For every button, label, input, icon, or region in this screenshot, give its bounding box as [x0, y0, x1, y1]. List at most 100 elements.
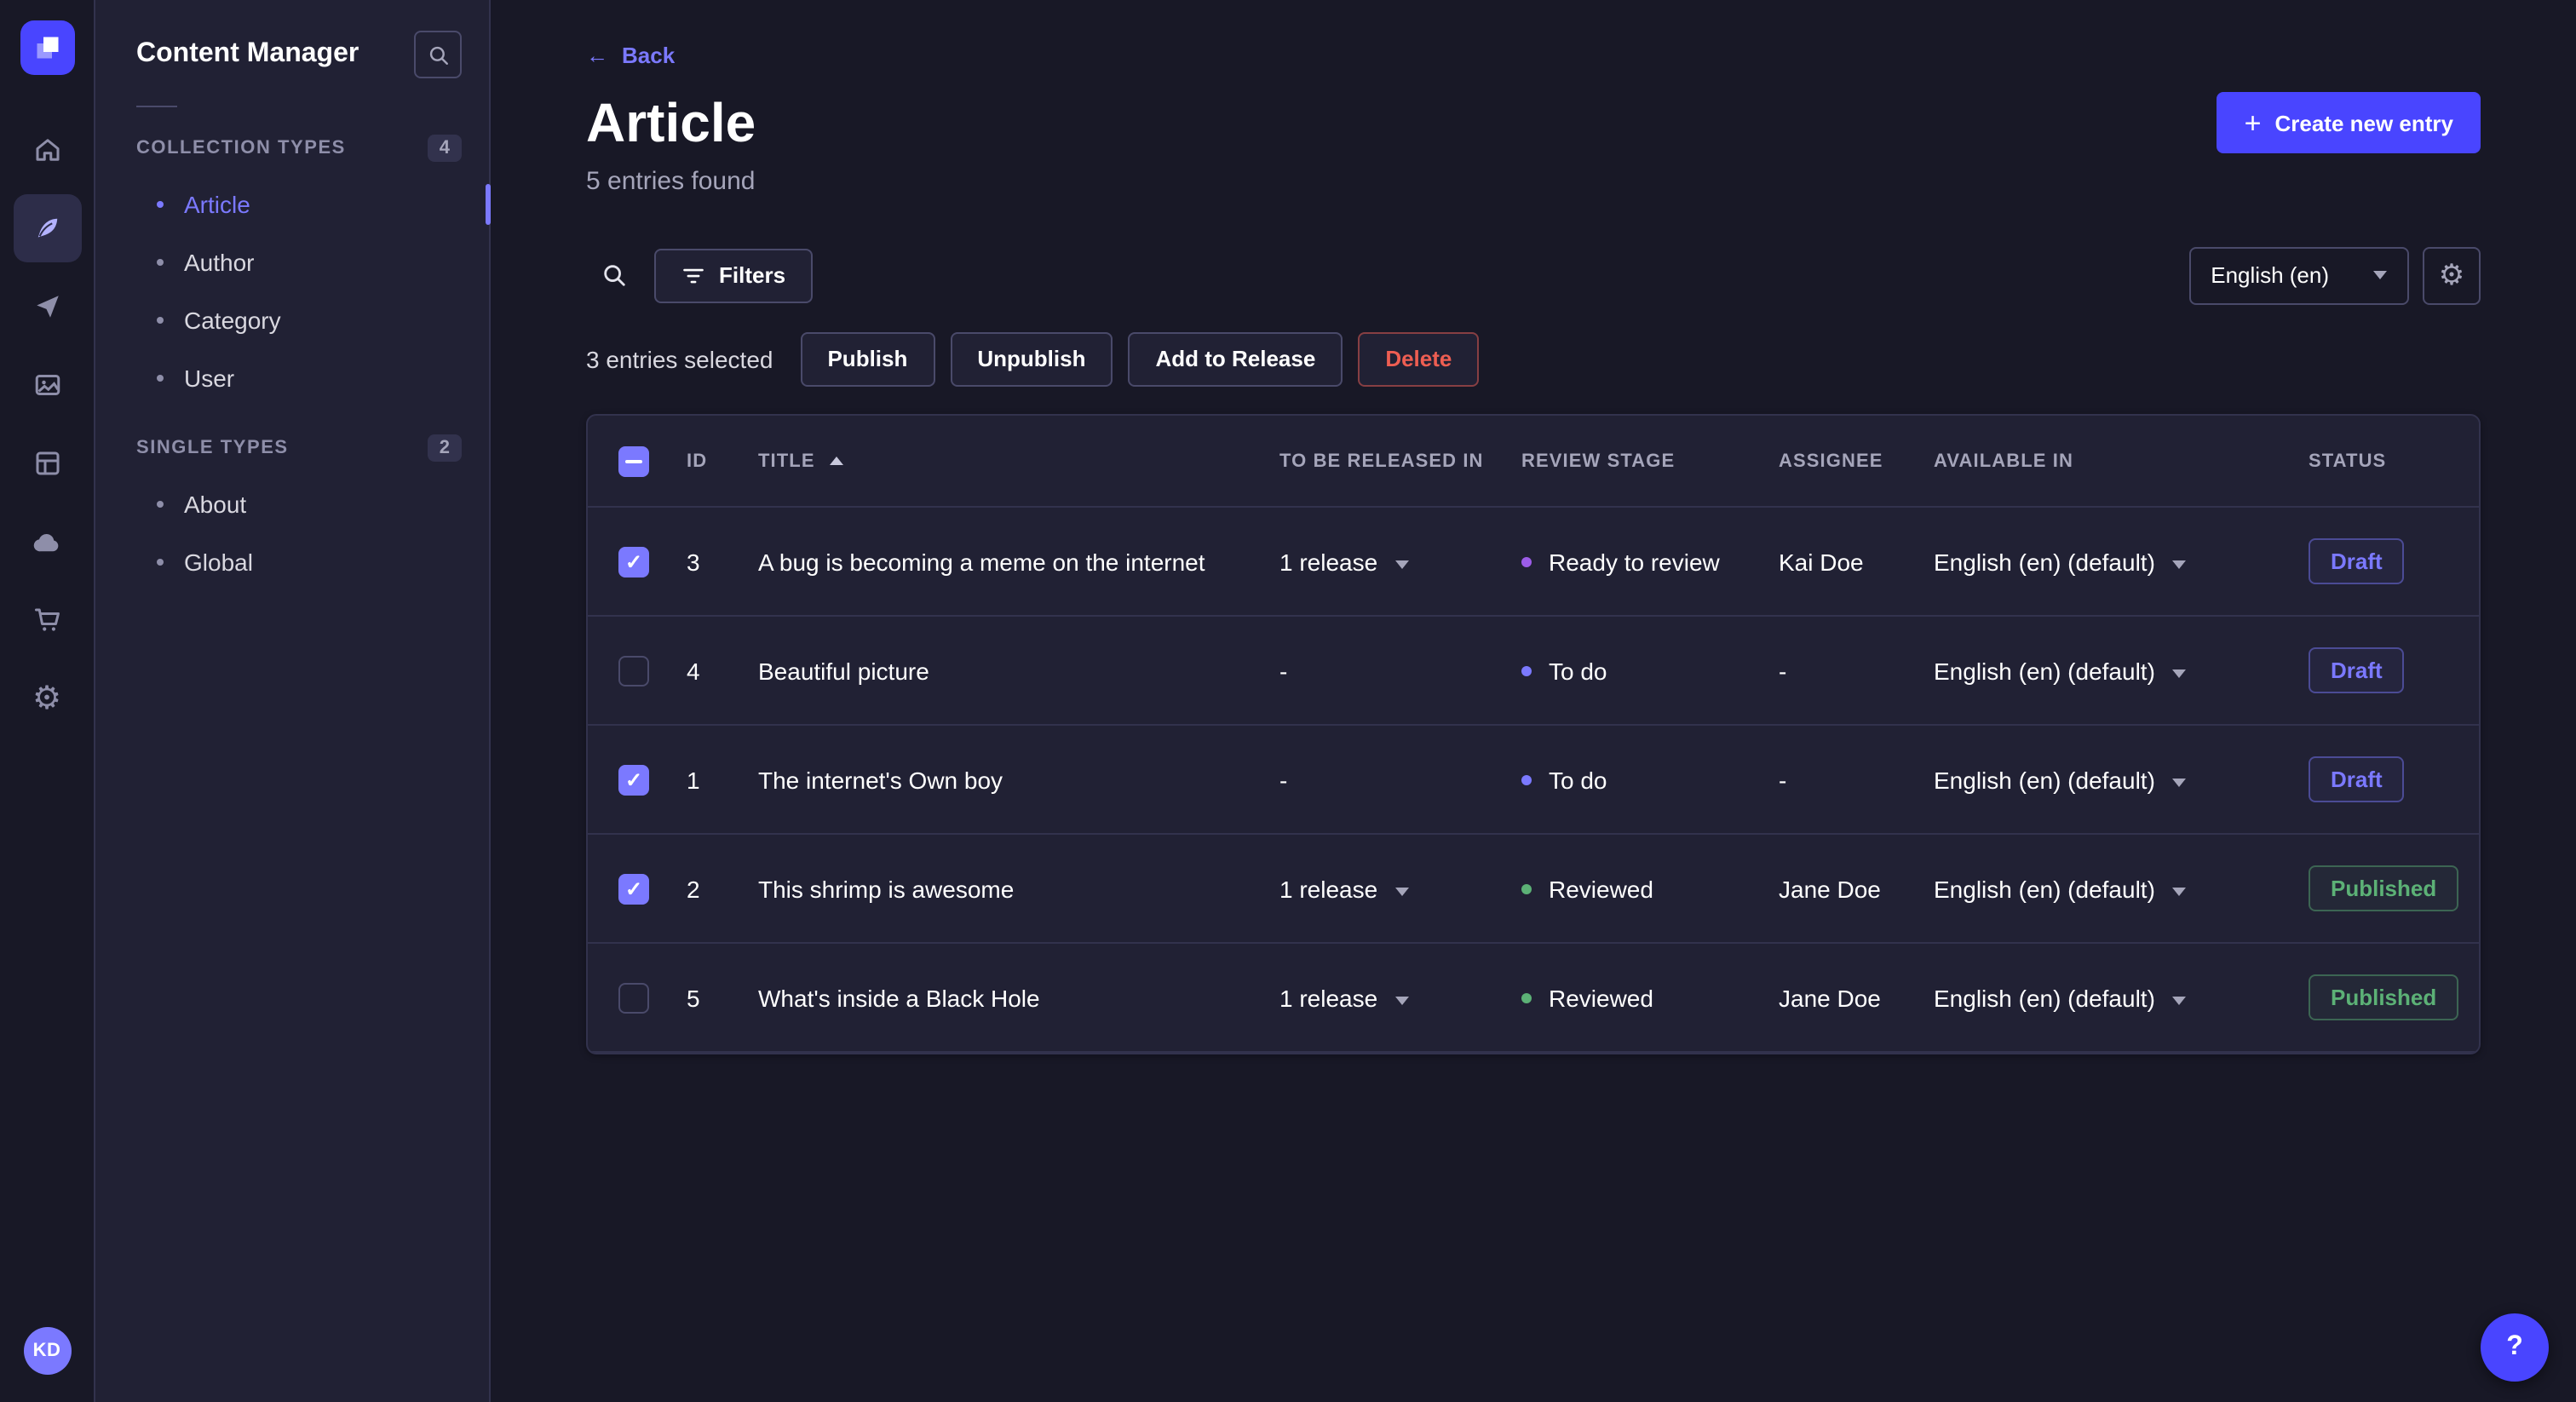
chevron-down-icon: [1394, 887, 1409, 896]
column-header-assignee: ASSIGNEE: [1779, 451, 1883, 472]
sidebar-item[interactable]: Author: [95, 233, 489, 291]
back-label: Back: [622, 43, 676, 68]
search-icon: [603, 265, 624, 287]
row-checkbox[interactable]: [618, 655, 649, 687]
row-checkbox[interactable]: [618, 764, 649, 796]
locale-dropdown[interactable]: English (en) (default): [1934, 658, 2186, 685]
column-header-review-stage: REVIEW STAGE: [1521, 451, 1676, 472]
table-row[interactable]: 2 This shrimp is awesome 1 release Revie…: [588, 834, 2479, 945]
help-button[interactable]: ?: [2481, 1313, 2549, 1382]
chevron-down-icon: [2171, 887, 2186, 896]
releases-icon[interactable]: [13, 273, 81, 341]
locale-dropdown[interactable]: English (en) (default): [1934, 985, 2186, 1012]
locale-dropdown[interactable]: English (en) (default): [1934, 876, 2186, 903]
sidebar-item[interactable]: User: [95, 349, 489, 407]
single-types-section: SINGLE TYPES 2 About Global: [95, 434, 489, 591]
row-checkbox[interactable]: [618, 873, 649, 905]
chevron-down-icon: [2373, 271, 2387, 280]
single-types-count-badge: 2: [427, 434, 462, 462]
locale-select[interactable]: English (en): [2188, 246, 2409, 305]
sidebar-item[interactable]: Article: [95, 175, 489, 233]
sidebar-item[interactable]: Global: [95, 533, 489, 591]
stage-label: Reviewed: [1549, 984, 1653, 1012]
cell-title: Beautiful picture: [738, 616, 1259, 727]
table-row[interactable]: 5 What's inside a Black Hole 1 release R…: [588, 943, 2479, 1054]
cell-id: 3: [666, 507, 738, 618]
list-toolbar: Filters English (en) ⚙: [586, 246, 2481, 305]
content-manager-icon[interactable]: [13, 194, 81, 262]
release-dropdown[interactable]: 1 release: [1279, 549, 1409, 576]
main-nav-rail: ⚙ KD: [0, 0, 95, 1402]
sidebar-item-label: About: [184, 491, 247, 518]
row-checkbox[interactable]: [618, 982, 649, 1014]
release-dropdown[interactable]: 1 release: [1279, 876, 1409, 903]
table-row[interactable]: 1 The internet's Own boy - To do -: [588, 725, 2479, 836]
locale-dropdown[interactable]: English (en) (default): [1934, 549, 2186, 576]
chevron-down-icon: [1394, 560, 1409, 569]
cell-assignee: Jane Doe: [1758, 834, 1913, 945]
bullet-icon: [157, 317, 164, 324]
row-checkbox[interactable]: [618, 546, 649, 577]
table-row[interactable]: 3 A bug is becoming a meme on the intern…: [588, 507, 2479, 618]
marketplace-cart-icon[interactable]: [13, 586, 81, 654]
create-new-entry-button[interactable]: + Create new entry: [2217, 92, 2481, 154]
sidebar-search-button[interactable]: [414, 31, 462, 78]
column-header-available-in: AVAILABLE IN: [1934, 451, 2073, 472]
cell-id: 5: [666, 943, 738, 1054]
sidebar-item[interactable]: About: [95, 475, 489, 533]
help-icon: ?: [2506, 1332, 2523, 1361]
divider: [136, 106, 177, 107]
bullet-icon: [157, 501, 164, 508]
select-all-checkbox[interactable]: [618, 445, 649, 477]
cell-assignee: -: [1758, 616, 1913, 727]
section-label-single-types: SINGLE TYPES: [136, 438, 289, 458]
filters-label: Filters: [719, 262, 786, 289]
sidebar-item-label: Category: [184, 307, 281, 334]
media-library-icon[interactable]: [13, 351, 81, 419]
cell-title: The internet's Own boy: [738, 725, 1259, 836]
back-arrow-icon: ←: [586, 43, 608, 68]
column-header-title[interactable]: TITLE: [758, 451, 844, 471]
deploy-cloud-icon[interactable]: [13, 508, 81, 576]
locale-value: English (en) (default): [1934, 984, 2155, 1012]
filter-icon: [683, 268, 704, 283]
search-button[interactable]: [586, 249, 641, 303]
release-dropdown[interactable]: 1 release: [1279, 984, 1409, 1012]
release-dropdown: -: [1279, 658, 1287, 685]
cell-assignee: Jane Doe: [1758, 943, 1913, 1054]
delete-button[interactable]: Delete: [1358, 331, 1480, 387]
home-icon[interactable]: [13, 116, 81, 184]
collection-types-count-badge: 4: [427, 135, 462, 162]
sidebar-item[interactable]: Category: [95, 291, 489, 349]
gear-icon: ⚙: [32, 681, 62, 716]
locale-value: English (en): [2211, 262, 2329, 289]
locale-value: English (en) (default): [1934, 548, 2155, 576]
unpublish-button[interactable]: Unpublish: [950, 331, 1113, 387]
status-badge: Draft: [2309, 647, 2405, 694]
selection-action-bar: 3 entries selected Publish Unpublish Add…: [586, 331, 2481, 387]
bullet-icon: [157, 375, 164, 382]
back-link[interactable]: ← Back: [586, 43, 675, 68]
stage-dot: [1521, 992, 1532, 1003]
search-icon: [428, 45, 447, 64]
chevron-down-icon: [2171, 560, 2186, 569]
publish-button[interactable]: Publish: [800, 331, 935, 387]
filters-button[interactable]: Filters: [654, 248, 814, 303]
strapi-logo[interactable]: [20, 20, 74, 75]
sidebar-title: Content Manager: [136, 39, 359, 68]
column-header-id[interactable]: ID: [687, 451, 707, 471]
user-avatar[interactable]: KD: [23, 1327, 71, 1375]
sidebar-item-label: Article: [184, 191, 250, 218]
cell-assignee: -: [1758, 725, 1913, 836]
content-type-builder-icon[interactable]: [13, 429, 81, 497]
settings-icon[interactable]: ⚙: [13, 664, 81, 733]
selection-summary: 3 entries selected: [586, 345, 773, 373]
table-row[interactable]: 4 Beautiful picture - To do - English (e…: [588, 616, 2479, 727]
collection-types-section: COLLECTION TYPES 4 Article Author Catego…: [95, 135, 489, 407]
page-title: Article: [586, 92, 756, 153]
view-settings-button[interactable]: ⚙: [2423, 246, 2481, 305]
sort-ascending-icon: [830, 457, 844, 466]
add-to-release-button[interactable]: Add to Release: [1128, 331, 1343, 387]
release-value: 1 release: [1279, 984, 1378, 1012]
locale-dropdown[interactable]: English (en) (default): [1934, 767, 2186, 794]
